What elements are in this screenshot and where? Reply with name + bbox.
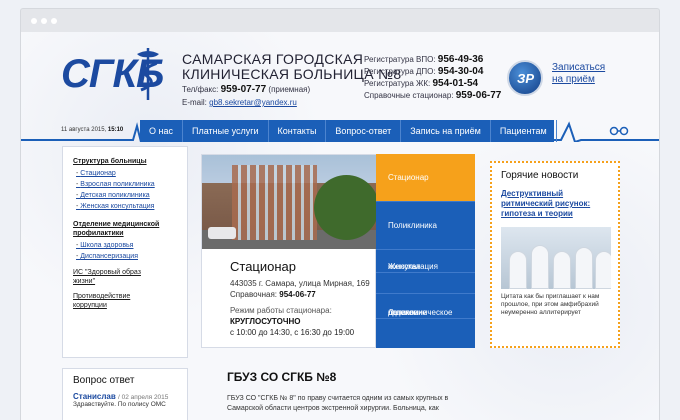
- sidebar-section-structure[interactable]: Структура больницы: [73, 157, 177, 166]
- sidebar-item-health-school[interactable]: Школа здоровья: [73, 240, 177, 251]
- sidebar-section-prevention[interactable]: Отделение медицинской профилактики: [73, 220, 177, 238]
- sidebar-item-womens-clinic[interactable]: Женская консультация: [73, 201, 177, 212]
- site-header: СГКБ САМАРСКАЯ ГОРОДСКАЯ КЛИНИЧЕСКАЯ БОЛ…: [21, 32, 659, 116]
- qa-author[interactable]: Станислав / 02 апреля 2015: [73, 392, 177, 401]
- signup-link[interactable]: Записаться на приём: [552, 62, 605, 86]
- qa-text: Здравствуйте. По полису ОМС: [73, 401, 166, 408]
- phone-line: Справочные стационар: 959-06-77: [364, 90, 502, 101]
- nav-row: 11 августа 2015, 15:10 О нас Платные усл…: [21, 120, 659, 142]
- web-page: СГКБ САМАРСКАЯ ГОРОДСКАЯ КЛИНИЧЕСКАЯ БОЛ…: [20, 32, 660, 420]
- qa-widget: Вопрос ответ Станислав / 02 апреля 2015 …: [62, 368, 188, 420]
- tab-womens-consultation[interactable]: Женская консультация: [376, 250, 475, 294]
- glasses-icon[interactable]: [609, 126, 629, 136]
- sidebar-item-anti-corruption[interactable]: Противодействие коррупции: [73, 292, 177, 310]
- nav-item-patients[interactable]: Пациентам: [491, 120, 557, 142]
- nav-item-appointment[interactable]: Запись на приём: [401, 120, 491, 142]
- window-dots: [31, 18, 57, 24]
- registration-badge-icon[interactable]: ЗР: [507, 60, 543, 96]
- org-email: E-mail: gb8.sekretar@yandex.ru: [182, 98, 297, 107]
- about-section: ГБУЗ СО СГКБ №8 ГБУЗ СО "СГКБ № 8" по пр…: [227, 370, 507, 414]
- hot-news: Горячие новости Деструктивный ритмически…: [490, 161, 620, 348]
- hospital-photo: [202, 155, 377, 249]
- email-link[interactable]: gb8.sekretar@yandex.ru: [209, 98, 297, 107]
- tab-hospital[interactable]: Стационар: [376, 154, 475, 202]
- news-excerpt: Цитата как бы приглашает к нам прошлое, …: [501, 293, 600, 316]
- phone-line: Регистратура ДПО: 954-30-04: [364, 66, 484, 77]
- feature-card: Стационар 443035 г. Самара, улица Мирная…: [201, 154, 377, 348]
- sidebar-item-healthy-lifestyle[interactable]: ИС "Здоровый образ жизни": [73, 268, 177, 286]
- browser-window-bar: [20, 8, 660, 32]
- sidebar-item-child-clinic[interactable]: Детская поликлиника: [73, 190, 177, 201]
- qa-heading: Вопрос ответ: [73, 375, 135, 386]
- about-title: ГБУЗ СО СГКБ №8: [227, 370, 337, 384]
- news-link[interactable]: Деструктивный ритмический рисунок: гипот…: [501, 189, 609, 219]
- tab-child-department[interactable]: Детское поликлиническое отделение: [376, 294, 475, 348]
- phone-line: Регистратура ВПО: 956-49-36: [364, 54, 484, 65]
- registry-phones: Регистратура ВПО: 956-49-36 Регистратура…: [364, 54, 501, 102]
- nav-item-contacts[interactable]: Контакты: [269, 120, 327, 142]
- about-text: ГБУЗ СО "СГКБ № 8" по праву считается од…: [227, 395, 449, 412]
- feature-title: Стационар: [230, 259, 297, 274]
- feature-hours: Режим работы стационара: КРУГЛОСУТОЧНО с…: [230, 306, 355, 337]
- news-heading: Горячие новости: [501, 170, 579, 181]
- sidebar-item-adult-clinic[interactable]: Взрослая поликлиника: [73, 179, 177, 190]
- sidebar-item-dispensary[interactable]: Диспансеризация: [73, 251, 177, 262]
- main-nav: О нас Платные услуги Контакты Вопрос-отв…: [140, 120, 557, 142]
- date-time: 11 августа 2015, 15:10: [61, 127, 124, 133]
- phone-line: Регистратура ЖК: 954-01-54: [364, 78, 479, 89]
- nav-item-about[interactable]: О нас: [140, 120, 183, 142]
- news-image: [501, 227, 611, 289]
- sidebar: Структура больницы Стационар Взрослая по…: [62, 146, 188, 358]
- department-tabs: Стационар Поликлиника Женская консультаци…: [376, 154, 475, 348]
- nav-item-paid-services[interactable]: Платные услуги: [183, 120, 269, 142]
- nav-item-qa[interactable]: Вопрос-ответ: [326, 120, 402, 142]
- org-phone: Тел/факс: 959-07-77 (приемная): [182, 84, 311, 95]
- caduceus-icon: [137, 48, 159, 100]
- sidebar-item-hospital[interactable]: Стационар: [73, 168, 177, 179]
- feature-address: 443035 г. Самара, улица Мирная, 169 Спра…: [230, 279, 370, 299]
- tab-polyclinic[interactable]: Поликлиника: [376, 202, 475, 250]
